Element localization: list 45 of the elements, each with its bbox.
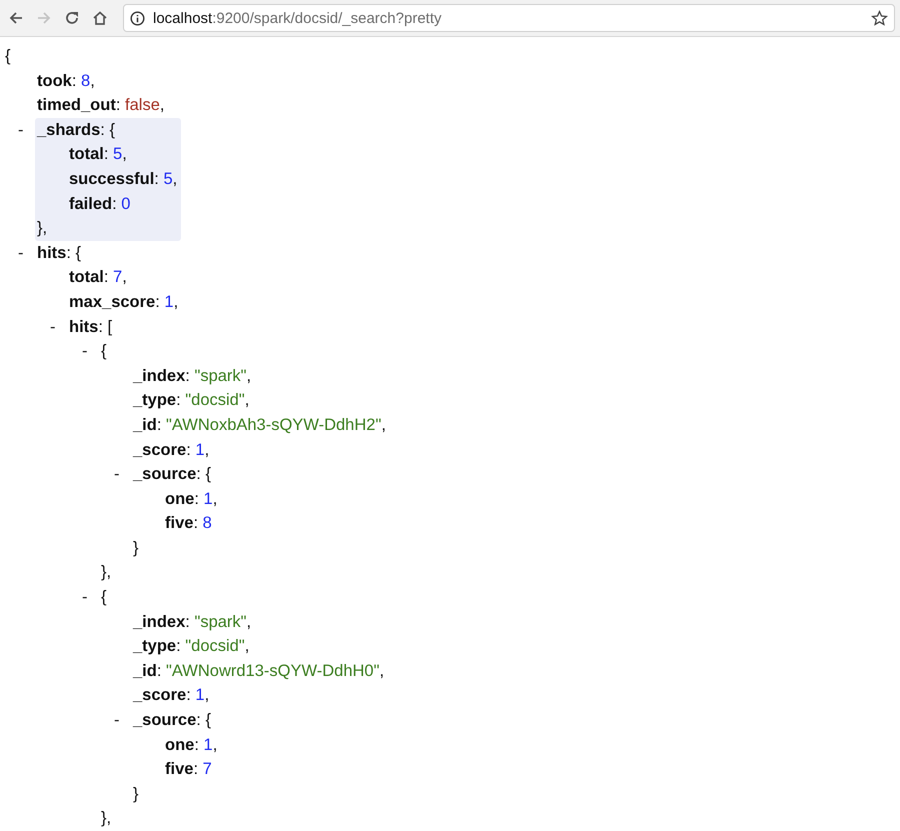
json-line: _score: 1, <box>133 440 210 460</box>
json-line: } <box>133 538 139 559</box>
json-line: hits: { <box>37 242 82 264</box>
json-line: successful: 5, <box>69 168 178 190</box>
json-line: } <box>133 784 139 805</box>
json-line: { <box>101 587 107 608</box>
json-line: total: 7, <box>69 267 127 288</box>
json-line: _type: "docsid", <box>133 636 250 658</box>
json-line: max_score: 1, <box>69 292 178 313</box>
json-line: { <box>5 46 11 67</box>
json-line: total: 5, <box>69 144 127 166</box>
json-line: failed: 0 <box>69 194 130 215</box>
collapse-toggle[interactable]: - <box>82 585 101 610</box>
home-icon[interactable] <box>92 10 108 26</box>
collapse-toggle[interactable]: - <box>50 314 69 340</box>
json-line: _source: { <box>133 710 211 732</box>
collapse-toggle[interactable]: - <box>18 240 37 266</box>
json-line: five: 8 <box>165 513 212 534</box>
info-icon[interactable] <box>130 10 145 26</box>
collapse-toggle[interactable]: - <box>114 462 133 487</box>
reload-icon[interactable] <box>64 10 80 26</box>
json-line: hits: [ <box>69 316 112 338</box>
json-line: _id: "AWNowrd13-sQYW-DdhH0", <box>133 660 384 682</box>
json-line: }, <box>101 808 112 830</box>
json-line: _source: { <box>133 464 211 486</box>
json-line: took: 8, <box>37 70 95 92</box>
json-line: five: 7 <box>165 759 212 780</box>
json-line: _index: "spark", <box>133 366 252 387</box>
json-line: _id: "AWNoxbAh3-sQYW-DdhH2", <box>133 414 386 436</box>
json-line: one: 1, <box>165 488 218 510</box>
back-icon[interactable] <box>8 10 24 26</box>
address-bar[interactable]: localhost:9200/spark/docsid/_search?pretty <box>123 4 895 32</box>
json-line: one: 1, <box>165 734 218 756</box>
json-line: timed_out: false, <box>37 95 164 116</box>
star-icon[interactable] <box>871 10 888 26</box>
json-line: _shards: { <box>37 120 115 141</box>
json-line: }, <box>37 218 48 240</box>
json-line: { <box>101 341 107 362</box>
json-line: _score: 1, <box>133 685 210 706</box>
collapse-toggle[interactable]: - <box>82 339 101 364</box>
collapse-toggle[interactable]: - <box>18 118 37 142</box>
json-line: }, <box>101 562 112 584</box>
json-line: _index: "spark", <box>133 612 252 633</box>
json-line: _type: "docsid", <box>133 390 250 412</box>
collapse-toggle[interactable]: - <box>114 708 133 733</box>
